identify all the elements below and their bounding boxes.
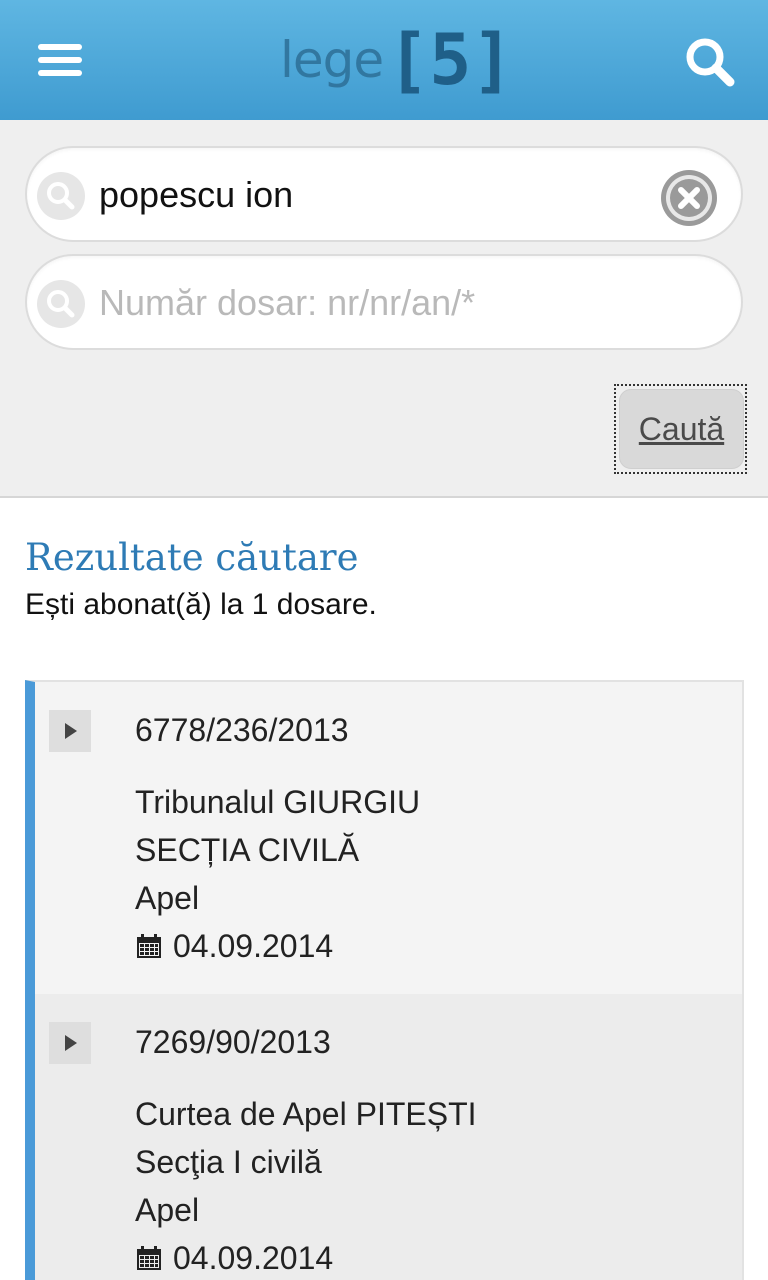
case-date-row: 04.09.2014: [135, 1240, 333, 1277]
search-field-icon: [37, 172, 85, 220]
logo-word: lege: [280, 31, 384, 89]
case-number: 6778/236/2013: [135, 712, 349, 748]
hamburger-menu-icon[interactable]: [36, 40, 84, 80]
court-name: Curtea de Apel PITEȘTI: [135, 1096, 477, 1132]
menu-bar: [38, 44, 82, 50]
court-section: Secţia I civilă: [135, 1144, 322, 1180]
list-item[interactable]: 6778/236/2013 Tribunalul GIURGIU SECȚIA …: [35, 682, 742, 994]
calendar-icon: [137, 1246, 161, 1270]
case-number: 7269/90/2013: [135, 1024, 331, 1060]
search-panel: Caută: [0, 120, 768, 498]
case-date: 04.09.2014: [173, 928, 334, 964]
search-icon[interactable]: [684, 36, 736, 88]
logo-number: [5]: [387, 19, 514, 101]
list-item[interactable]: 7269/90/2013 Curtea de Apel PITEȘTI Secţ…: [35, 994, 742, 1280]
court-section: SECȚIA CIVILĂ: [135, 832, 360, 868]
case-number-input[interactable]: [99, 276, 659, 330]
expand-arrow-icon[interactable]: [49, 710, 91, 752]
case-date-row: 04.09.2014: [135, 928, 333, 965]
app-header: lege [5]: [0, 0, 768, 120]
name-search-input[interactable]: [99, 168, 659, 222]
clear-icon[interactable]: [659, 168, 719, 228]
menu-bar: [38, 57, 82, 63]
subscription-count: Ești abonat(ă) la 1 dosare.: [25, 588, 377, 621]
case-number-field: [25, 254, 743, 350]
case-date: 04.09.2014: [173, 1240, 334, 1276]
court-name: Tribunalul GIURGIU: [135, 784, 421, 820]
results-title: Rezultate căutare: [25, 536, 359, 579]
case-stage: Apel: [135, 880, 200, 916]
name-search-field: [25, 146, 743, 242]
case-stage: Apel: [135, 1192, 200, 1228]
app-logo[interactable]: lege [5]: [280, 22, 514, 98]
search-button-focus: Caută: [614, 384, 747, 474]
expand-arrow-icon[interactable]: [49, 1022, 91, 1064]
menu-bar: [38, 70, 82, 76]
results-list: 6778/236/2013 Tribunalul GIURGIU SECȚIA …: [25, 680, 744, 1280]
search-button[interactable]: Caută: [619, 389, 744, 469]
calendar-icon: [137, 934, 161, 958]
search-field-icon: [37, 280, 85, 328]
